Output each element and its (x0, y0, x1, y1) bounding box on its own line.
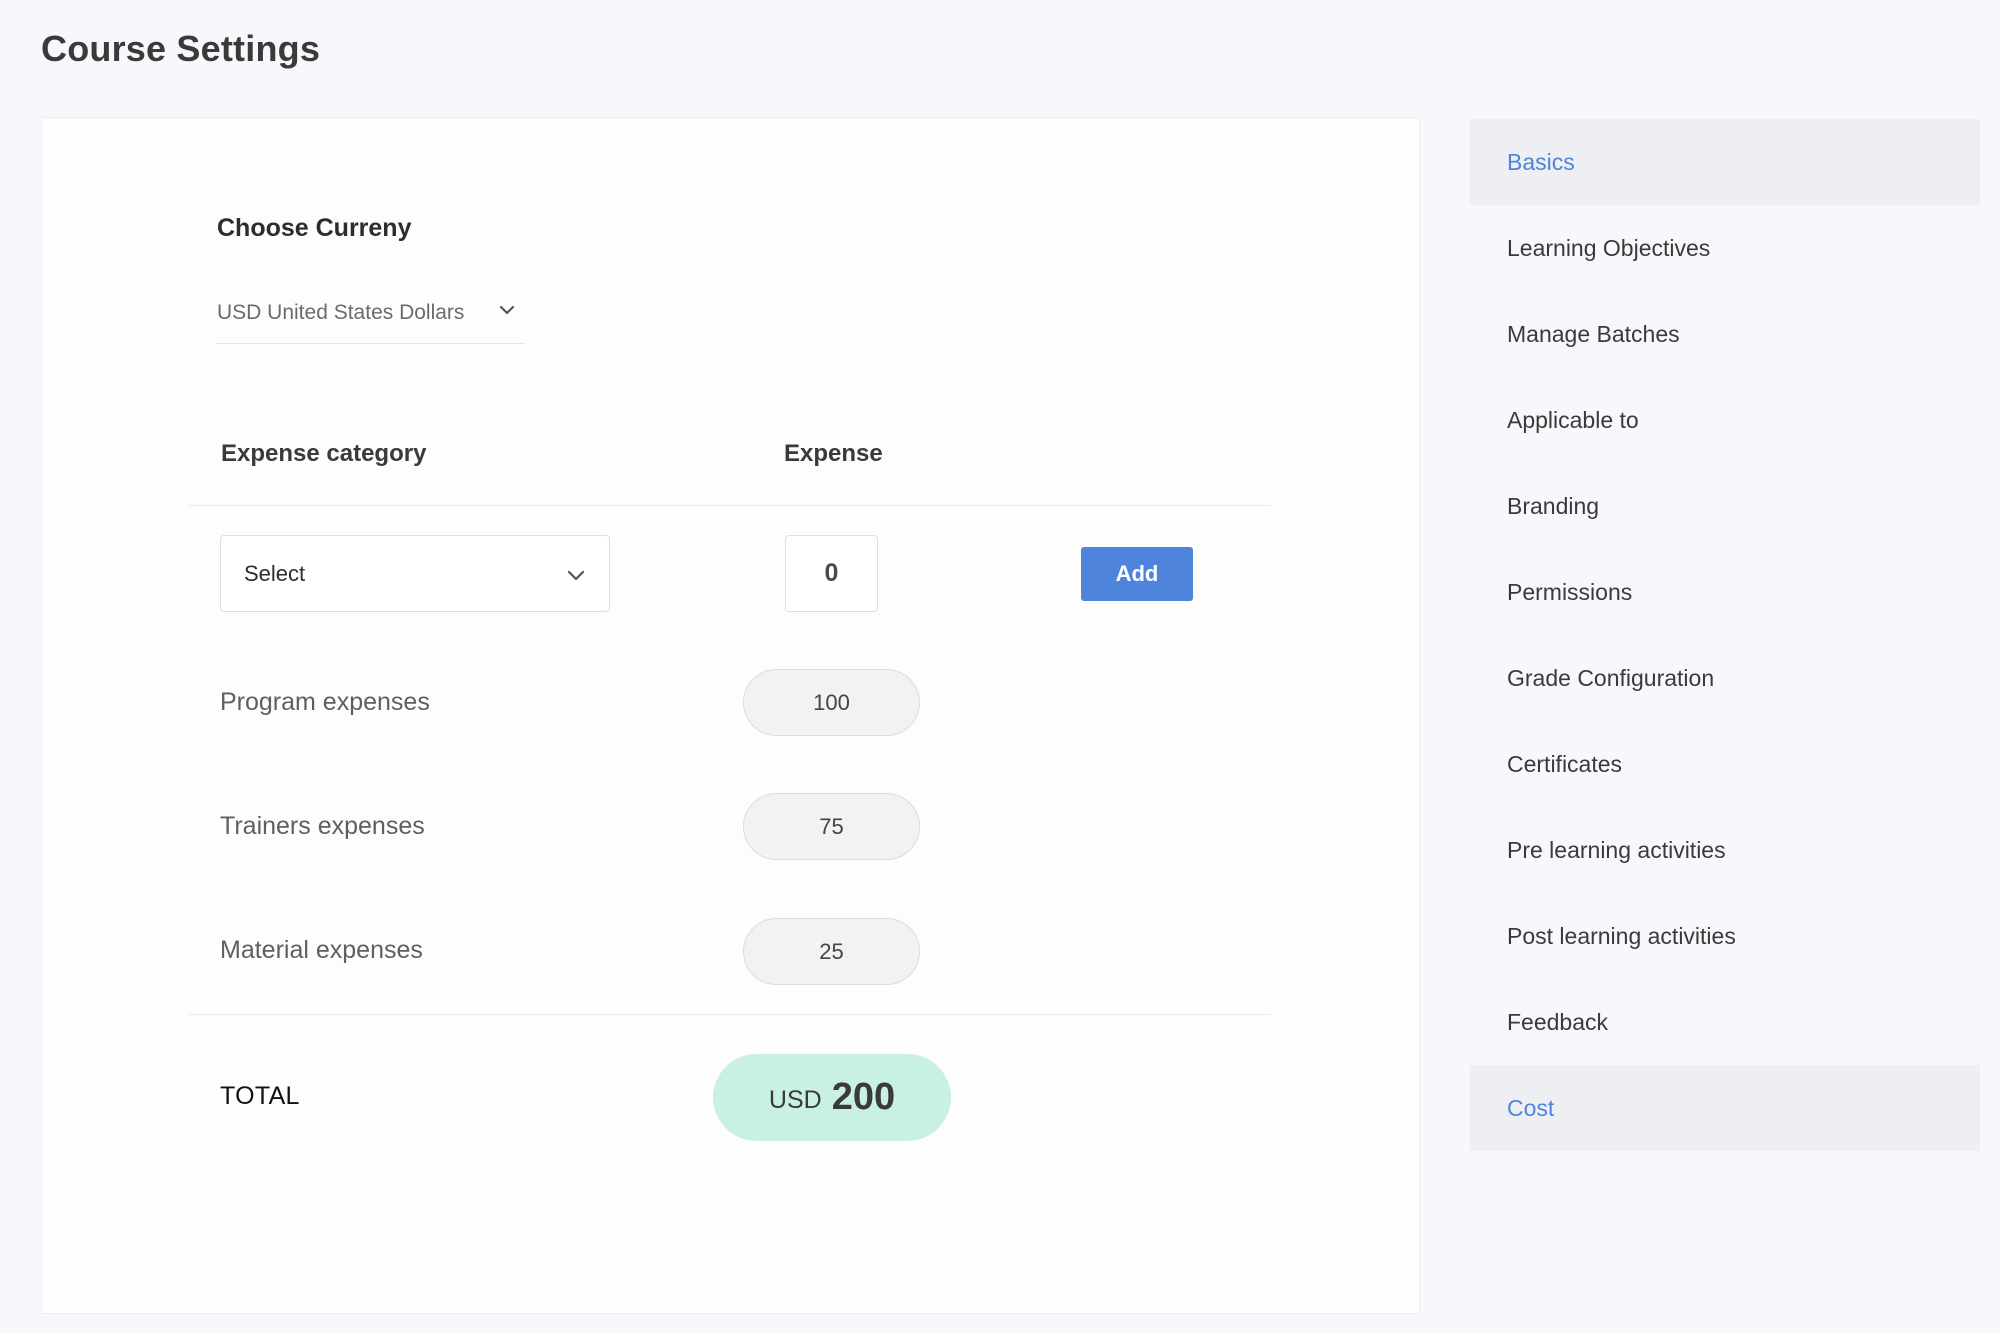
add-button[interactable]: Add (1081, 547, 1193, 601)
total-divider (189, 1014, 1271, 1015)
expense-category-header: Expense category (221, 440, 427, 467)
total-label: TOTAL (220, 1082, 300, 1110)
sidebar-item-permissions[interactable]: Permissions (1470, 549, 1980, 635)
chevron-down-icon (499, 305, 515, 315)
expense-header: Expense (784, 440, 883, 467)
expense-row-label: Program expenses (220, 688, 430, 716)
sidebar-item-post-learning-activities[interactable]: Post learning activities (1470, 893, 1980, 979)
header-divider (189, 505, 1271, 506)
sidebar-item-feedback[interactable]: Feedback (1470, 979, 1980, 1065)
sidebar-item-cost[interactable]: Cost (1470, 1065, 1980, 1151)
currency-selected-value: USD United States Dollars (217, 300, 465, 324)
sidebar-item-certificates[interactable]: Certificates (1470, 721, 1980, 807)
expense-row-label: Material expenses (220, 936, 423, 964)
sidebar-item-basics[interactable]: Basics (1470, 119, 1980, 205)
expense-category-select[interactable]: Select (220, 535, 610, 612)
sidebar-item-learning-objectives[interactable]: Learning Objectives (1470, 205, 1980, 291)
currency-label: Choose Curreny (217, 214, 412, 242)
expense-row-label: Trainers expenses (220, 812, 425, 840)
currency-select[interactable]: USD United States Dollars (217, 282, 525, 344)
total-badge: USD 200 (713, 1054, 951, 1141)
expense-row-value[interactable]: 75 (743, 793, 920, 860)
expense-row-value[interactable]: 100 (743, 669, 920, 736)
total-amount: 200 (831, 1076, 896, 1118)
expense-input[interactable]: 0 (785, 535, 878, 612)
expense-row-value[interactable]: 25 (743, 918, 920, 985)
chevron-down-icon (567, 570, 585, 581)
sidebar-item-branding[interactable]: Branding (1470, 463, 1980, 549)
sidebar-item-pre-learning-activities[interactable]: Pre learning activities (1470, 807, 1980, 893)
total-currency: USD (768, 1086, 822, 1114)
sidebar-item-manage-batches[interactable]: Manage Batches (1470, 291, 1980, 377)
sidebar-item-applicable-to[interactable]: Applicable to (1470, 377, 1980, 463)
settings-sidebar: Basics Learning Objectives Manage Batche… (1470, 119, 1980, 1151)
expense-category-value: Select (244, 560, 306, 586)
page-title: Course Settings (41, 28, 321, 69)
sidebar-item-grade-configuration[interactable]: Grade Configuration (1470, 635, 1980, 721)
